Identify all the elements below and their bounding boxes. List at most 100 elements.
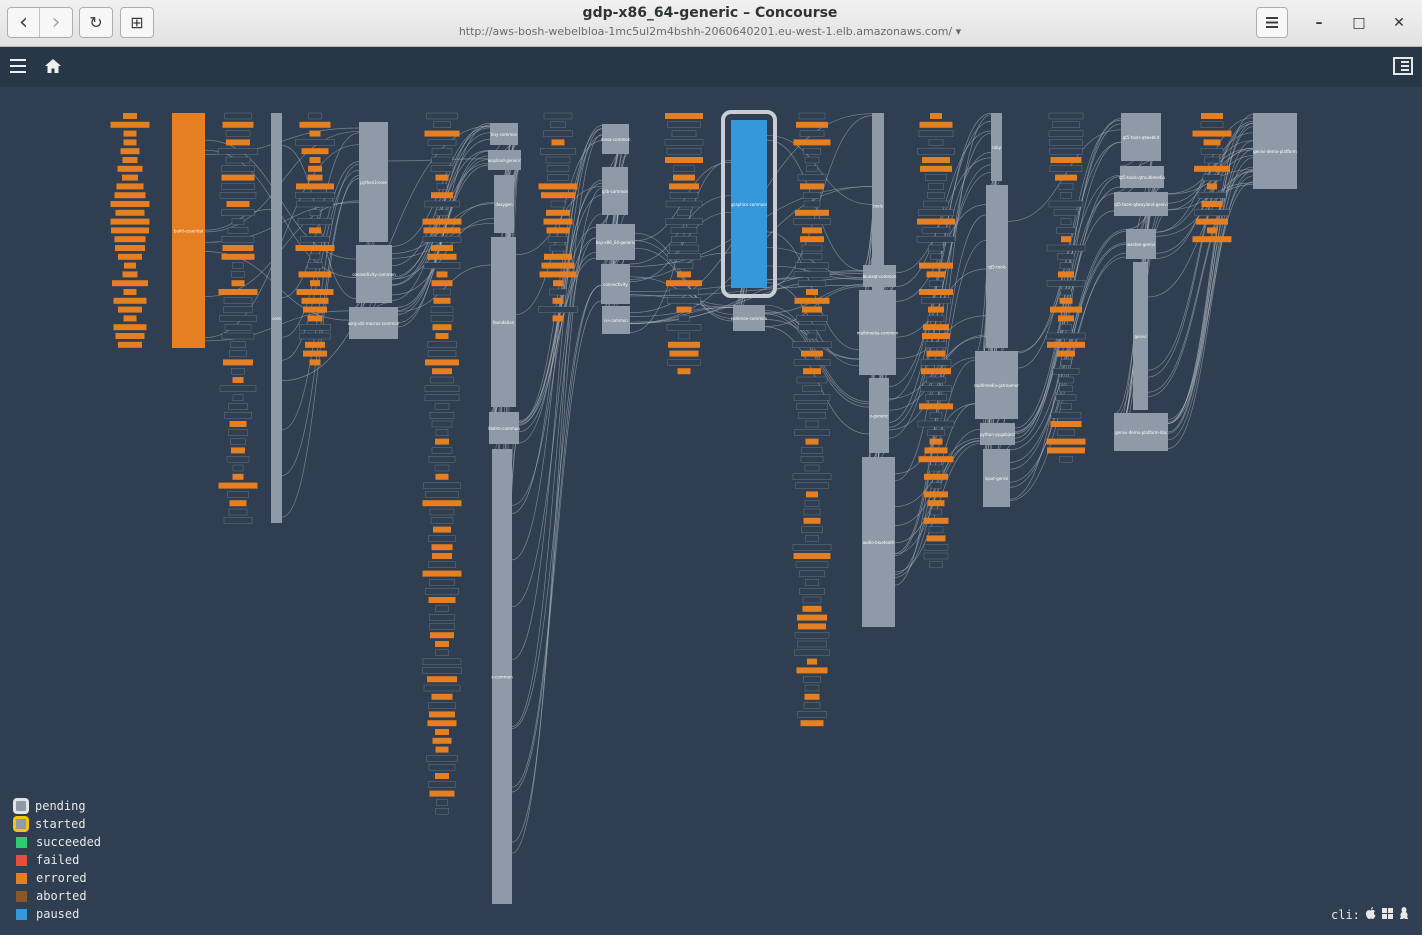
resource-input[interactable] — [309, 253, 321, 260]
resource-input[interactable] — [1204, 156, 1220, 164]
resource-errored[interactable] — [432, 737, 452, 744]
resource-errored[interactable] — [801, 350, 823, 357]
resource-errored[interactable] — [116, 183, 144, 190]
resource-input[interactable] — [799, 570, 825, 577]
resource-errored[interactable] — [541, 192, 575, 199]
resource-errored[interactable] — [793, 553, 831, 559]
resource-input[interactable] — [674, 262, 694, 269]
resource-errored[interactable] — [424, 130, 460, 137]
resource-input[interactable] — [923, 552, 949, 560]
resource-input[interactable] — [221, 332, 255, 340]
resource-errored[interactable] — [539, 271, 577, 278]
resource-input[interactable] — [677, 209, 691, 216]
resource-input[interactable] — [1060, 359, 1072, 366]
job-foundation[interactable]: foundation — [491, 237, 516, 407]
resource-errored[interactable] — [435, 438, 449, 445]
resource-input[interactable] — [422, 667, 462, 674]
job-core[interactable]: core — [271, 113, 282, 523]
resource-errored[interactable] — [307, 174, 323, 181]
resource-errored[interactable] — [430, 632, 454, 639]
resource-input[interactable] — [231, 271, 245, 278]
resource-input[interactable] — [436, 799, 448, 806]
resource-input[interactable] — [797, 640, 827, 648]
resource-input[interactable] — [669, 288, 699, 296]
resource-input[interactable] — [803, 148, 821, 155]
resource-input[interactable] — [299, 332, 331, 340]
resource-input[interactable] — [1197, 192, 1227, 199]
resource-errored[interactable] — [926, 271, 946, 278]
resource-input[interactable] — [802, 596, 822, 604]
resource-input[interactable] — [223, 306, 253, 313]
resource-input[interactable] — [221, 183, 255, 190]
resource-input[interactable] — [796, 315, 828, 322]
resource-errored[interactable] — [427, 253, 457, 260]
resource-errored[interactable] — [1055, 174, 1077, 181]
resource-input[interactable] — [669, 244, 699, 252]
resource-errored[interactable] — [429, 790, 455, 797]
resource-input[interactable] — [799, 130, 825, 137]
resource-input[interactable] — [296, 200, 334, 208]
resource-errored[interactable] — [1050, 157, 1082, 163]
resource-errored[interactable] — [676, 306, 692, 313]
job-glib-common[interactable]: glib-common — [602, 167, 629, 215]
resource-input[interactable] — [297, 218, 333, 225]
resource-input[interactable] — [424, 385, 460, 392]
resource-errored[interactable] — [1046, 438, 1086, 445]
resource-errored[interactable] — [122, 174, 138, 181]
resource-errored[interactable] — [123, 139, 137, 146]
resource-input[interactable] — [228, 403, 248, 410]
resource-errored[interactable] — [422, 570, 462, 577]
resource-input[interactable] — [802, 385, 822, 392]
job-qt5-tools-qtwebkit[interactable]: qt5-tools-qtwebkit — [1121, 113, 1161, 161]
resource-input[interactable] — [435, 605, 449, 612]
job-doxygen[interactable]: doxygen — [494, 175, 514, 233]
resource-errored[interactable] — [923, 517, 949, 524]
resource-input[interactable] — [798, 412, 826, 419]
resource-errored[interactable] — [1058, 271, 1074, 278]
resource-input[interactable] — [805, 420, 819, 428]
resource-input[interactable] — [543, 112, 573, 120]
resource-input[interactable] — [225, 156, 251, 164]
resource-errored[interactable] — [114, 236, 146, 243]
resource-errored[interactable] — [1207, 227, 1217, 234]
resource-input[interactable] — [1050, 412, 1082, 419]
resource-input[interactable] — [792, 341, 832, 348]
resource-input[interactable] — [803, 200, 821, 208]
resource-input[interactable] — [431, 447, 453, 454]
resource-errored[interactable] — [929, 438, 943, 445]
resource-input[interactable] — [671, 130, 697, 137]
resource-errored[interactable] — [917, 218, 955, 225]
job-connectivity-common[interactable]: connectivity-common — [352, 245, 396, 303]
resource-input[interactable] — [794, 632, 830, 639]
resource-input[interactable] — [550, 200, 566, 208]
resource-input[interactable] — [930, 253, 942, 260]
job-wayland-generic[interactable]: wayland-generic — [488, 150, 521, 170]
resource-errored[interactable] — [677, 271, 691, 278]
resource-errored[interactable] — [544, 253, 572, 260]
resource-errored[interactable] — [232, 473, 244, 480]
resource-input[interactable] — [225, 130, 251, 137]
resource-input[interactable] — [423, 482, 461, 489]
resource-input[interactable] — [429, 623, 455, 630]
resource-input[interactable] — [927, 192, 945, 199]
resource-errored[interactable] — [800, 183, 824, 190]
apple-icon[interactable] — [1365, 907, 1376, 922]
job-bluezqt-common[interactable]: bluezqt-common — [863, 265, 897, 287]
resource-input[interactable] — [425, 588, 459, 595]
resource-input[interactable] — [428, 781, 456, 788]
sidebar-hamburger-icon[interactable] — [10, 59, 26, 73]
resource-input[interactable] — [926, 376, 946, 384]
resource-input[interactable] — [227, 491, 249, 498]
resource-errored[interactable] — [435, 729, 449, 735]
resource-input[interactable] — [920, 359, 952, 366]
resource-errored[interactable] — [122, 157, 138, 163]
resource-input[interactable] — [429, 508, 455, 516]
resource-input[interactable] — [1058, 376, 1074, 384]
resource-input[interactable] — [803, 508, 821, 516]
resource-errored[interactable] — [432, 324, 452, 331]
resource-input[interactable] — [678, 315, 690, 322]
resource-errored[interactable] — [802, 306, 822, 313]
resource-errored[interactable] — [930, 113, 942, 119]
resource-input[interactable] — [230, 438, 246, 445]
resource-input[interactable] — [803, 676, 821, 683]
